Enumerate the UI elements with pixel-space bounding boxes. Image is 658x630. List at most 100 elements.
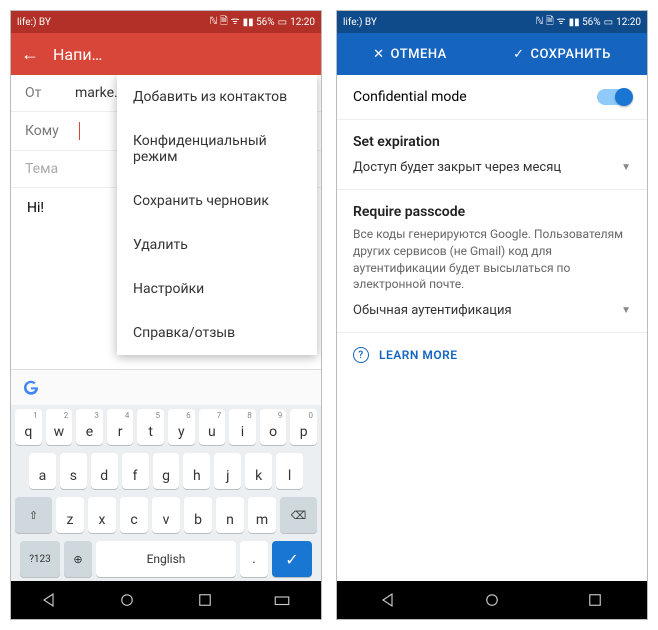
confidential-toggle-row[interactable]: Confidential mode — [337, 75, 647, 120]
help-icon: ? — [353, 347, 369, 363]
save-label: СОХРАНИТЬ — [531, 47, 611, 62]
key-s[interactable]: s — [60, 453, 87, 489]
status-battery: ▭ — [278, 17, 287, 28]
phone-right: life:) BY ℕ 🗎 ᯤ ▮▮ 56% ▭ 12:20 ✕ ОТМЕНА … — [336, 10, 648, 620]
nav-home-icon[interactable] — [483, 591, 501, 609]
key-w[interactable]: 2w — [46, 409, 73, 445]
to-label: Кому — [25, 123, 75, 139]
key-a[interactable]: a — [29, 453, 56, 489]
key-g[interactable]: g — [153, 453, 180, 489]
menu-settings[interactable]: Настройки — [117, 267, 317, 311]
passcode-desc: Все коды генерируются Google. Пользовате… — [353, 226, 631, 293]
status-time: 12:20 — [290, 17, 315, 28]
key-row-2: a s d f g h j k l — [11, 449, 321, 493]
key-backspace[interactable]: ⌫ — [280, 497, 317, 533]
key-emoji[interactable]: ⊕ — [64, 541, 92, 577]
key-c[interactable]: c — [120, 497, 148, 533]
key-j[interactable]: j — [214, 453, 241, 489]
key-shift[interactable]: ⇧ — [15, 497, 52, 533]
key-n[interactable]: n — [216, 497, 244, 533]
compose-header: ← Напи… — [11, 33, 321, 75]
key-x[interactable]: x — [88, 497, 116, 533]
key-u[interactable]: 7u — [199, 409, 226, 445]
passcode-dropdown[interactable]: Обычная аутентификация ▼ — [353, 303, 631, 318]
chevron-down-icon: ▼ — [621, 162, 631, 173]
passcode-section: Require passcode Все коды генерируются G… — [337, 190, 647, 333]
status-carrier: life:) BY — [343, 17, 377, 28]
key-row-4: ?123 ⊕ English . ✓ — [11, 537, 321, 581]
key-row-1: 1q 2w 3e 4r 5t 6y 7u 8i 9o 0p — [11, 405, 321, 449]
key-space[interactable]: English — [96, 541, 236, 577]
check-icon: ✓ — [513, 47, 524, 62]
status-signal: ▮▮ 56% — [569, 17, 601, 28]
nav-back-icon[interactable] — [380, 591, 398, 609]
key-m[interactable]: m — [248, 497, 276, 533]
key-i[interactable]: 8i — [229, 409, 256, 445]
menu-delete[interactable]: Удалить — [117, 223, 317, 267]
key-p[interactable]: 0p — [290, 409, 317, 445]
expiration-value: Доступ будет закрыт через месяц — [353, 160, 561, 175]
android-navbar — [337, 581, 647, 619]
key-e[interactable]: 3e — [76, 409, 103, 445]
subject-label: Тема — [25, 161, 75, 177]
learn-more-label: LEARN MORE — [379, 348, 458, 362]
status-signal: ▮▮ 56% — [243, 17, 275, 28]
status-bar: life:) BY ℕ 🗎 ᯤ ▮▮ 56% ▭ 12:20 — [11, 11, 321, 33]
key-symbols[interactable]: ?123 — [20, 541, 60, 577]
expiration-dropdown[interactable]: Доступ будет закрыт через месяц ▼ — [353, 160, 631, 175]
key-t[interactable]: 5t — [137, 409, 164, 445]
text-cursor — [79, 122, 80, 140]
confidential-label: Confidential mode — [353, 89, 467, 105]
key-d[interactable]: d — [91, 453, 118, 489]
key-b[interactable]: b — [184, 497, 212, 533]
menu-save-draft[interactable]: Сохранить черновик — [117, 179, 317, 223]
nav-back-icon[interactable] — [41, 591, 59, 609]
from-label: От — [25, 85, 75, 101]
keyboard[interactable]: 1q 2w 3e 4r 5t 6y 7u 8i 9o 0p a s d f g … — [11, 369, 321, 581]
menu-help[interactable]: Справка/отзыв — [117, 311, 317, 355]
google-icon[interactable] — [21, 378, 41, 398]
android-navbar — [11, 581, 321, 619]
key-row-3: ⇧ z x c v b n m ⌫ — [11, 493, 321, 537]
key-k[interactable]: k — [245, 453, 272, 489]
status-bar: life:) BY ℕ 🗎 ᯤ ▮▮ 56% ▭ 12:20 — [337, 11, 647, 33]
passcode-value: Обычная аутентификация — [353, 303, 512, 318]
nav-home-icon[interactable] — [118, 591, 136, 609]
dialog-header: ✕ ОТМЕНА ✓ СОХРАНИТЬ — [337, 33, 647, 75]
key-h[interactable]: h — [183, 453, 210, 489]
nav-keyboard-icon[interactable] — [273, 591, 291, 609]
learn-more-link[interactable]: ? LEARN MORE — [337, 333, 647, 377]
key-o[interactable]: 9o — [260, 409, 287, 445]
status-time: 12:20 — [616, 17, 641, 28]
cancel-label: ОТМЕНА — [391, 47, 447, 62]
key-period[interactable]: . — [240, 541, 268, 577]
key-r[interactable]: 4r — [107, 409, 134, 445]
compose-body: От marke… Кому Тема Hi! Добавить из конт… — [11, 75, 321, 369]
key-v[interactable]: v — [152, 497, 180, 533]
save-button[interactable]: ✓ СОХРАНИТЬ — [513, 47, 611, 62]
cancel-button[interactable]: ✕ ОТМЕНА — [373, 47, 447, 62]
toggle-switch[interactable] — [597, 89, 631, 105]
expiration-section: Set expiration Доступ будет закрыт через… — [337, 120, 647, 190]
key-f[interactable]: f — [122, 453, 149, 489]
key-y[interactable]: 6y — [168, 409, 195, 445]
status-icons: ℕ 🗎 ᯤ — [209, 13, 239, 31]
nav-recent-icon[interactable] — [196, 591, 214, 609]
status-carrier: life:) BY — [17, 17, 51, 28]
key-l[interactable]: l — [276, 453, 303, 489]
key-q[interactable]: 1q — [15, 409, 42, 445]
key-z[interactable]: z — [56, 497, 84, 533]
overflow-menu: Добавить из контактов Конфиденциальный р… — [117, 75, 317, 355]
status-icons: ℕ 🗎 ᯤ — [535, 13, 565, 31]
header-title: Напи… — [53, 45, 102, 64]
menu-add-contacts[interactable]: Добавить из контактов — [117, 75, 317, 119]
phone-left: life:) BY ℕ 🗎 ᯤ ▮▮ 56% ▭ 12:20 ← Напи… О… — [10, 10, 322, 620]
key-enter[interactable]: ✓ — [272, 541, 312, 577]
menu-confidential[interactable]: Конфиденциальный режим — [117, 119, 317, 179]
suggestion-bar[interactable] — [11, 369, 321, 405]
confidential-body: Confidential mode Set expiration Доступ … — [337, 75, 647, 581]
status-battery: ▭ — [604, 17, 613, 28]
passcode-title: Require passcode — [353, 204, 631, 220]
nav-recent-icon[interactable] — [586, 591, 604, 609]
back-icon[interactable]: ← — [21, 44, 39, 65]
